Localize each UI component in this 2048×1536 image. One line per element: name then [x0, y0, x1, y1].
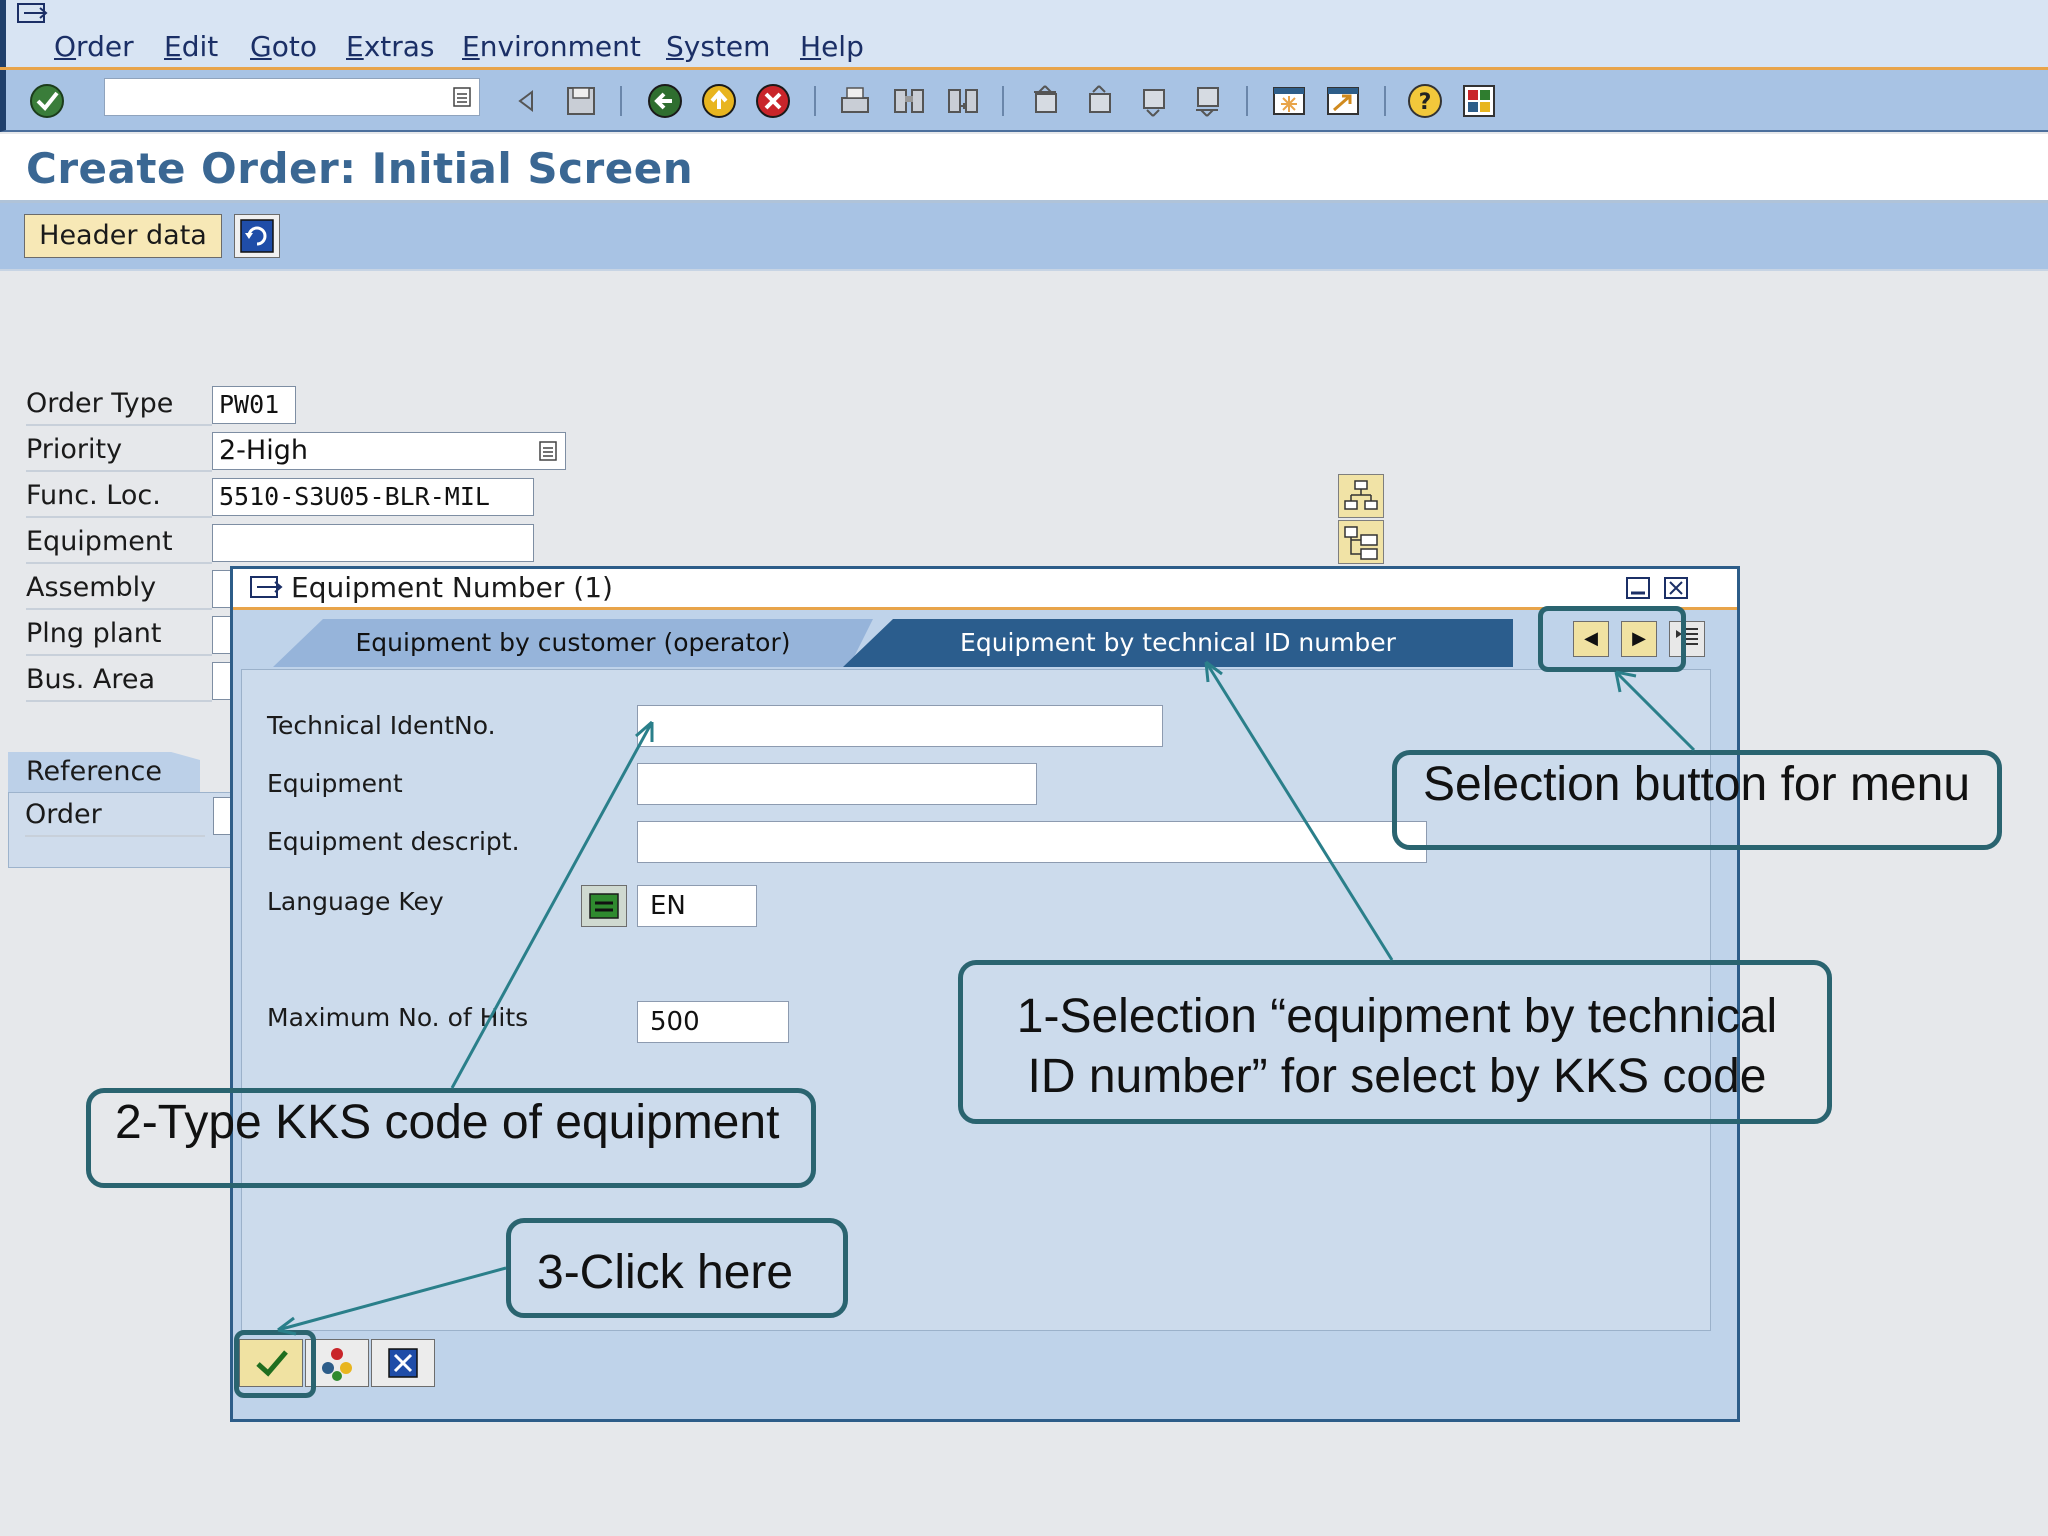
arrow-to-ident-field [450, 721, 654, 1089]
arrow-to-execute [277, 1266, 507, 1332]
callout-arrows [277, 660, 1696, 1336]
arrow-to-nav-buttons [1614, 670, 1696, 752]
arrow-to-technical-tab [1204, 661, 1394, 961]
